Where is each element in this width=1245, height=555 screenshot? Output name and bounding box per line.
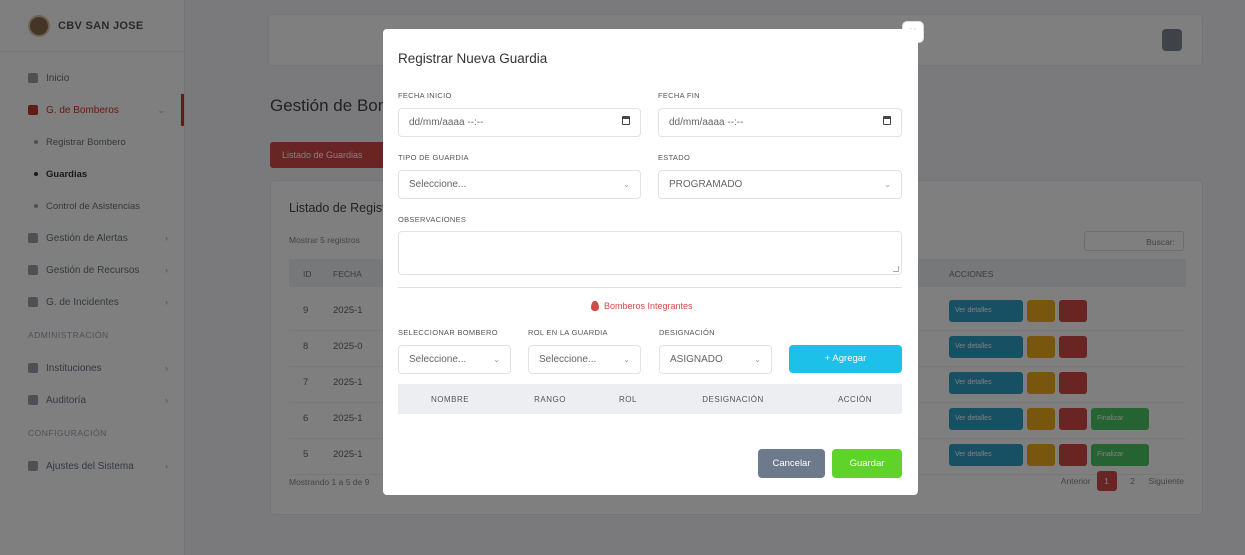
designacion-select[interactable]: ASIGNADO ⌄ (659, 345, 772, 374)
save-button[interactable]: Guardar (832, 449, 902, 478)
col-accion: ACCIÓN (837, 395, 873, 404)
firefighter-icon (591, 301, 599, 311)
tipo-guardia-label: TIPO DE GUARDIA (398, 153, 469, 162)
divider (398, 287, 902, 288)
rol-label: ROL EN LA GUARDIA (528, 328, 608, 337)
fecha-fin-value: dd/mm/aaaa --:-- (669, 117, 744, 128)
col-designacion: DESIGNACIÓN (702, 395, 764, 404)
observaciones-label: OBSERVACIONES (398, 215, 467, 224)
rol-select[interactable]: Seleccione... ⌄ (528, 345, 641, 374)
fecha-inicio-value: dd/mm/aaaa --:-- (409, 117, 484, 128)
bombero-label: SELECCIONAR BOMBERO (398, 328, 498, 337)
members-table-header: NOMBRE RANGO ROL DESIGNACIÓN ACCIÓN (398, 384, 902, 414)
estado-value: PROGRAMADO (669, 179, 743, 190)
tipo-guardia-value: Seleccione... (409, 179, 467, 190)
estado-label: ESTADO (658, 153, 691, 162)
calendar-icon[interactable] (622, 116, 630, 128)
col-rol: ROL (619, 395, 637, 404)
fecha-fin-label: FECHA FIN (658, 91, 700, 100)
add-member-button[interactable]: + Agregar (789, 345, 902, 373)
col-rango: RANGO (534, 395, 566, 404)
chevron-down-icon: ⌄ (623, 180, 630, 189)
fecha-inicio-input[interactable]: dd/mm/aaaa --:-- (398, 108, 641, 137)
rol-value: Seleccione... (539, 354, 597, 365)
designacion-label: DESIGNACIÓN (659, 328, 715, 337)
estado-select[interactable]: PROGRAMADO ⌄ (658, 170, 902, 199)
chevron-down-icon: ⌄ (623, 355, 630, 364)
section-title: Bomberos Integrantes (591, 301, 693, 311)
register-guard-modal: Registrar Nueva Guardia FECHA INICIO dd/… (383, 29, 918, 495)
bombero-value: Seleccione... (409, 354, 467, 365)
fecha-fin-input[interactable]: dd/mm/aaaa --:-- (658, 108, 902, 137)
fecha-inicio-label: FECHA INICIO (398, 91, 452, 100)
bombero-select[interactable]: Seleccione... ⌄ (398, 345, 511, 374)
tipo-guardia-select[interactable]: Seleccione... ⌄ (398, 170, 641, 199)
cancel-button[interactable]: Cancelar (758, 449, 825, 478)
col-nombre: NOMBRE (430, 395, 470, 404)
resize-handle-icon[interactable] (893, 266, 899, 272)
chevron-down-icon: ⌄ (754, 355, 761, 364)
chevron-down-icon: ⌄ (884, 180, 891, 189)
section-title-text: Bomberos Integrantes (604, 301, 693, 311)
chevron-down-icon: ⌄ (493, 355, 500, 364)
calendar-icon[interactable] (883, 116, 891, 128)
modal-title: Registrar Nueva Guardia (398, 51, 548, 66)
observaciones-textarea[interactable] (398, 231, 902, 275)
designacion-value: ASIGNADO (670, 354, 723, 365)
